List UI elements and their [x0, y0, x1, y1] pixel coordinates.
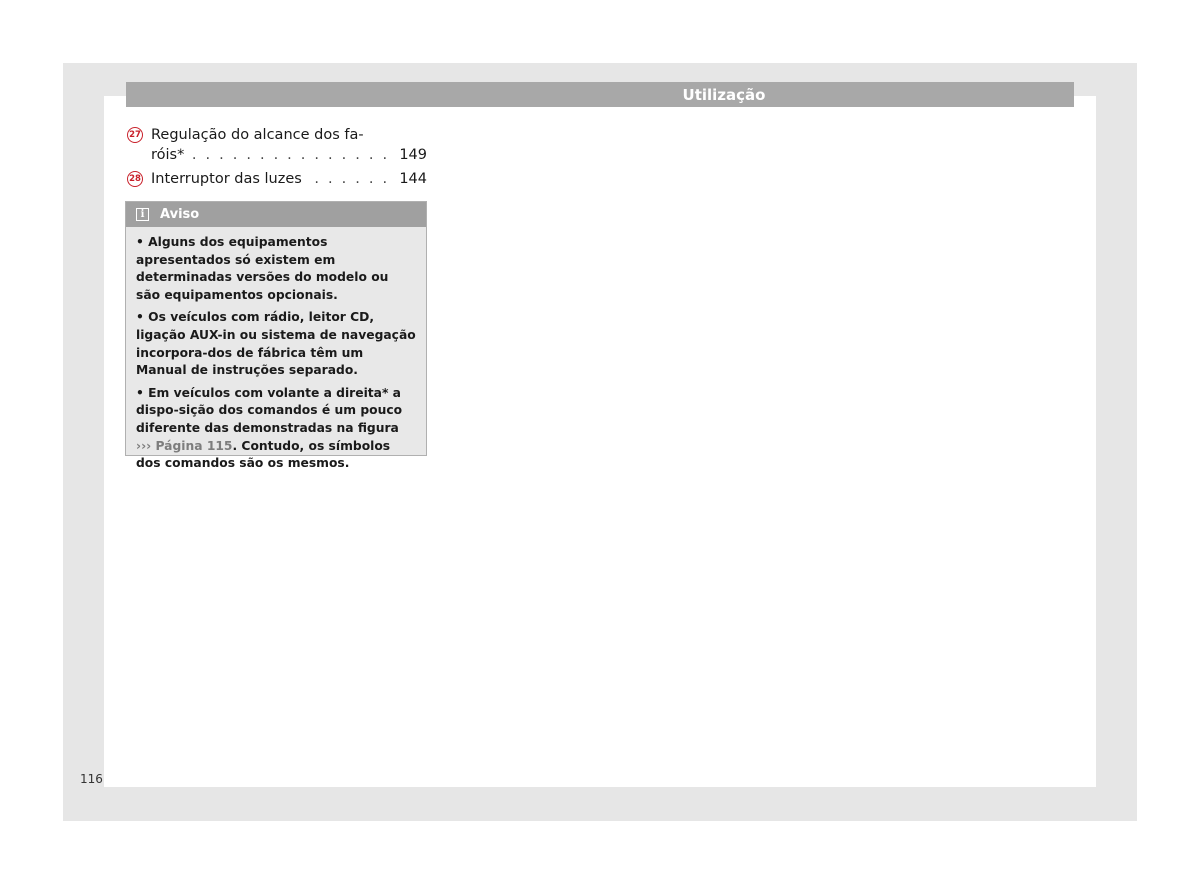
toc-item[interactable]: 27 Regulação do alcance dos fa- . . . . …	[127, 125, 427, 169]
toc-item-label-cont: róis*	[151, 145, 191, 165]
toc-page-number: 144	[399, 171, 427, 187]
item-number-badge: 28	[127, 171, 143, 187]
notice-box: i Aviso • Alguns dos equipamentos aprese…	[125, 201, 427, 470]
info-icon: i	[136, 208, 149, 221]
notice-body: • Alguns dos equipamentos apresentados s…	[126, 227, 426, 473]
notice-paragraph: • Os veículos com rádio, leitor CD, liga…	[136, 310, 416, 378]
toc-item-label: Interruptor das luzes	[151, 169, 306, 189]
notice-paragraph: • Alguns dos equipamentos apresentados s…	[136, 235, 389, 302]
section-title: Utilização	[682, 86, 766, 104]
toc-page-number: 149	[399, 147, 427, 163]
section-header: Utilização	[126, 82, 1074, 107]
page-number: 116	[80, 772, 103, 786]
notice-header: i Aviso	[126, 202, 426, 227]
item-number-badge: 27	[127, 127, 143, 143]
notice-title: Aviso	[160, 207, 200, 222]
toc-item[interactable]: 28 . . . . . . . . . . . . . . . . . . .…	[127, 169, 427, 193]
toc-list: 27 Regulação do alcance dos fa- . . . . …	[127, 125, 427, 193]
notice-paragraph: • Em veículos com volante a direita* a d…	[136, 385, 403, 471]
page-reference-link[interactable]: ››› Página 115	[136, 439, 232, 453]
toc-item-label: Regulação do alcance dos fa-	[151, 125, 364, 145]
